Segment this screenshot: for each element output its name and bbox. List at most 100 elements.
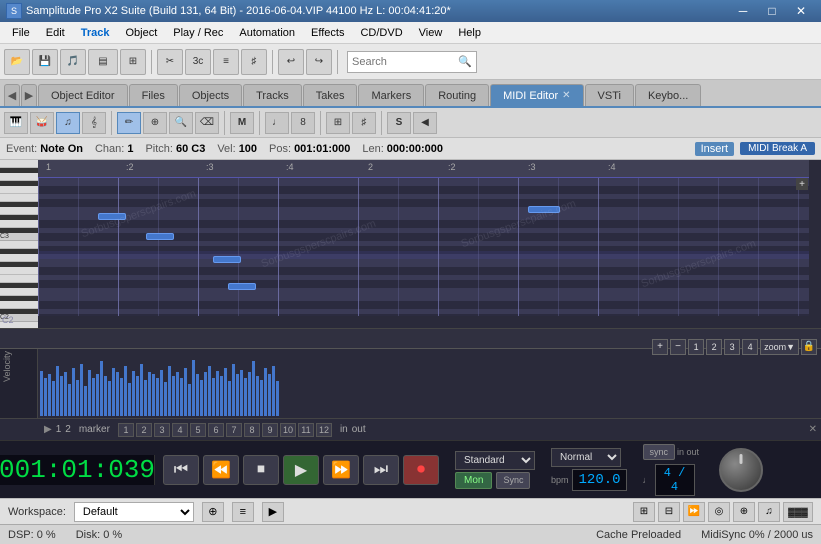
velocity-content[interactable]	[38, 349, 821, 418]
mt-piano-btn[interactable]: 🎹	[4, 112, 28, 134]
mt-drum-btn[interactable]: 🥁	[30, 112, 54, 134]
tb-btn-6[interactable]: 3c	[185, 49, 211, 75]
open-button[interactable]: 📂	[4, 49, 30, 75]
marker-num-2[interactable]: 2	[136, 423, 152, 437]
tab-takes[interactable]: Takes	[303, 84, 358, 106]
marker-num-7[interactable]: 7	[226, 423, 242, 437]
tab-markers[interactable]: Markers	[358, 84, 424, 106]
transport-end-btn[interactable]: ⏭	[363, 455, 399, 485]
marker-num-8[interactable]: 8	[244, 423, 260, 437]
normal-select[interactable]: Normal	[551, 448, 621, 467]
menu-effects[interactable]: Effects	[303, 23, 352, 43]
mt-pencil-btn[interactable]: ✏	[117, 112, 141, 134]
tb-btn-4[interactable]: ▤	[88, 49, 118, 75]
ws-icon-1[interactable]: ⊞	[633, 502, 655, 522]
mt-btn-3[interactable]: ♫	[56, 112, 80, 134]
marker-num-3[interactable]: 3	[154, 423, 170, 437]
mt-select-btn[interactable]: ⊕	[143, 112, 167, 134]
workspace-select[interactable]: Default	[74, 502, 194, 522]
ws-icon-2[interactable]: ⊟	[658, 502, 680, 522]
marker-num-12[interactable]: 12	[316, 423, 332, 437]
transport-fwd-btn[interactable]: ⏩	[323, 455, 359, 485]
mon-button[interactable]: Mon	[455, 472, 492, 489]
mt-grid-btn[interactable]: ⊞	[326, 112, 350, 134]
tab-close-icon[interactable]: ✕	[562, 90, 570, 101]
tab-nav-next[interactable]: ▶	[21, 84, 37, 106]
menu-view[interactable]: View	[411, 23, 451, 43]
marker-num-10[interactable]: 10	[280, 423, 296, 437]
mt-search-btn[interactable]: 🔍	[169, 112, 193, 134]
transport-back-btn[interactable]: ⏪	[203, 455, 239, 485]
minimize-button[interactable]: ─	[729, 1, 757, 21]
transport-play-btn[interactable]: ▶	[283, 455, 319, 485]
menu-playrec[interactable]: Play / Rec	[165, 23, 231, 43]
marker-num-1[interactable]: 1	[118, 423, 134, 437]
mt-num-btn[interactable]: 8	[291, 112, 315, 134]
mt-note-btn[interactable]: ♩	[265, 112, 289, 134]
mt-scroll-left[interactable]: ◀	[413, 112, 437, 134]
sync-button[interactable]: Sync	[496, 472, 530, 489]
mt-M-btn[interactable]: M	[230, 112, 254, 134]
tab-routing[interactable]: Routing	[425, 84, 489, 106]
marker-close-btn[interactable]: ✕	[809, 424, 817, 435]
midi-note-3[interactable]	[213, 256, 241, 263]
ws-icon-5[interactable]: ⊕	[733, 502, 755, 522]
menu-automation[interactable]: Automation	[231, 23, 303, 43]
ws-btn-2[interactable]: ≡	[232, 502, 254, 522]
roll-scrollbar[interactable]	[809, 160, 821, 328]
tab-objects[interactable]: Objects	[179, 84, 242, 106]
midi-note-1[interactable]	[98, 213, 126, 220]
menu-help[interactable]: Help	[450, 23, 489, 43]
marker-num-5[interactable]: 5	[190, 423, 206, 437]
menu-file[interactable]: File	[4, 23, 38, 43]
marker-num-9[interactable]: 9	[262, 423, 278, 437]
ws-icon-4[interactable]: ◎	[708, 502, 730, 522]
tab-vsti[interactable]: VSTi	[585, 84, 634, 106]
menu-cddvd[interactable]: CD/DVD	[352, 23, 410, 43]
tb-btn-cut[interactable]: ✂	[157, 49, 183, 75]
tab-nav-prev[interactable]: ◀	[4, 84, 20, 106]
midi-note-4[interactable]	[528, 206, 560, 213]
marker-num-6[interactable]: 6	[208, 423, 224, 437]
ws-icon-7[interactable]: ▓▓▓	[783, 502, 813, 522]
tb-btn-5[interactable]: ⊞	[120, 49, 146, 75]
insert-button[interactable]: Insert	[695, 142, 735, 156]
search-input[interactable]	[352, 56, 458, 68]
tb-btn-7[interactable]: ≡	[213, 49, 239, 75]
marker-num-4[interactable]: 4	[172, 423, 188, 437]
tb-btn-redo[interactable]: ↪	[306, 49, 332, 75]
transport-stop-btn[interactable]: ⏹	[243, 455, 279, 485]
tab-tracks[interactable]: Tracks	[243, 84, 302, 106]
transport-rewind-btn[interactable]: ⏮	[163, 455, 199, 485]
mt-erase-btn[interactable]: ⌫	[195, 112, 219, 134]
roll-hscrollbar[interactable]	[38, 316, 809, 328]
mt-S-btn[interactable]: S	[387, 112, 411, 134]
tab-object-editor[interactable]: Object Editor	[38, 84, 128, 106]
menu-object[interactable]: Object	[117, 23, 165, 43]
mt-btn-sharp[interactable]: ♯	[352, 112, 376, 134]
mode-select[interactable]: Standard	[455, 451, 535, 470]
marker-num-11[interactable]: 11	[298, 423, 314, 437]
menu-edit[interactable]: Edit	[38, 23, 73, 43]
tb-btn-3[interactable]: 🎵	[60, 49, 86, 75]
master-volume-knob[interactable]	[719, 448, 763, 492]
ws-icon-3[interactable]: ⏩	[683, 502, 705, 522]
ws-btn-1[interactable]: ⊕	[202, 502, 224, 522]
tb-btn-undo[interactable]: ↩	[278, 49, 304, 75]
menu-track[interactable]: Track	[73, 23, 118, 43]
mt-btn-4[interactable]: 𝄞	[82, 112, 106, 134]
save-button[interactable]: 💾	[32, 49, 58, 75]
midi-note-5[interactable]	[228, 283, 256, 290]
maximize-button[interactable]: □	[758, 1, 786, 21]
roll-area[interactable]: 1 :2 :3 :4 2 :2 :3 :4	[38, 160, 821, 328]
midi-note-2[interactable]	[146, 233, 174, 240]
ws-btn-3[interactable]: ▶	[262, 502, 284, 522]
tab-midi-editor[interactable]: MIDI Editor ✕	[490, 84, 583, 106]
tab-files[interactable]: Files	[129, 84, 178, 106]
ws-icon-6[interactable]: ♫	[758, 502, 780, 522]
transport-record-btn[interactable]: ⏺	[403, 455, 439, 485]
sync2-btn[interactable]: sync	[643, 444, 676, 460]
tab-keyboard[interactable]: Keybo...	[635, 84, 701, 106]
tb-btn-8[interactable]: ♯	[241, 49, 267, 75]
close-button[interactable]: ✕	[787, 1, 815, 21]
